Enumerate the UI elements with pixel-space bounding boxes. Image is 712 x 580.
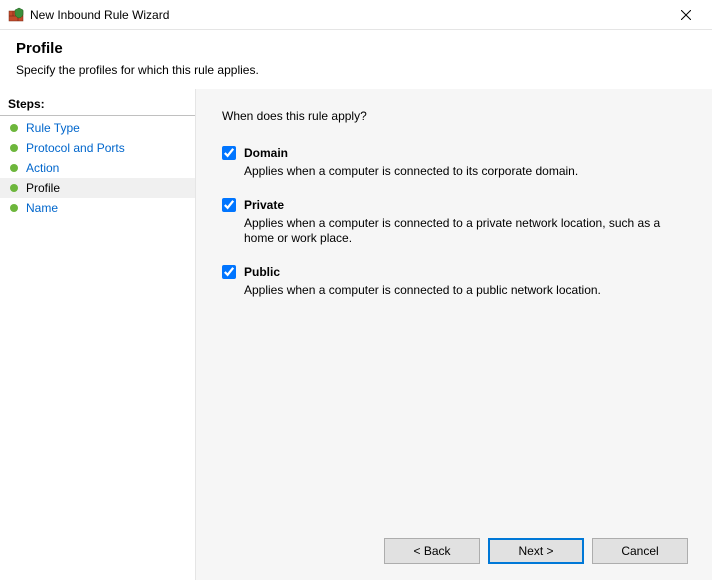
bullet-icon [10,204,18,212]
step-profile[interactable]: Profile [0,178,195,198]
domain-label: Domain [244,145,688,161]
public-label: Public [244,264,688,280]
close-button[interactable] [666,1,706,29]
private-label: Private [244,197,688,213]
bullet-icon [10,164,18,172]
step-label: Protocol and Ports [26,141,125,155]
main-panel: When does this rule apply? Domain Applie… [196,89,712,580]
step-protocol-and-ports[interactable]: Protocol and Ports [0,138,195,158]
private-checkbox[interactable] [222,198,236,212]
step-action[interactable]: Action [0,158,195,178]
window-title: New Inbound Rule Wizard [30,8,666,22]
wizard-footer: < Back Next > Cancel [222,528,688,580]
question-text: When does this rule apply? [222,109,688,123]
step-name[interactable]: Name [0,198,195,218]
private-description: Applies when a computer is connected to … [244,216,688,246]
option-domain: Domain Applies when a computer is connec… [222,145,688,179]
page-title: Profile [16,40,696,57]
public-checkbox[interactable] [222,265,236,279]
firewall-icon [8,7,24,23]
bullet-icon [10,124,18,132]
close-icon [681,10,691,20]
bullet-icon [10,144,18,152]
step-rule-type[interactable]: Rule Type [0,118,195,138]
step-label: Profile [26,181,60,195]
cancel-button[interactable]: Cancel [592,538,688,564]
step-label: Name [26,201,58,215]
titlebar: New Inbound Rule Wizard [0,0,712,30]
domain-description: Applies when a computer is connected to … [244,164,688,179]
option-private: Private Applies when a computer is conne… [222,197,688,246]
step-label: Rule Type [26,121,80,135]
steps-sidebar: Steps: Rule Type Protocol and Ports Acti… [0,89,196,580]
page-subtitle: Specify the profiles for which this rule… [16,63,696,77]
domain-checkbox[interactable] [222,146,236,160]
step-label: Action [26,161,59,175]
option-public: Public Applies when a computer is connec… [222,264,688,298]
next-button[interactable]: Next > [488,538,584,564]
back-button[interactable]: < Back [384,538,480,564]
header: Profile Specify the profiles for which t… [0,30,712,89]
steps-heading: Steps: [0,93,195,116]
bullet-icon [10,184,18,192]
public-description: Applies when a computer is connected to … [244,283,688,298]
